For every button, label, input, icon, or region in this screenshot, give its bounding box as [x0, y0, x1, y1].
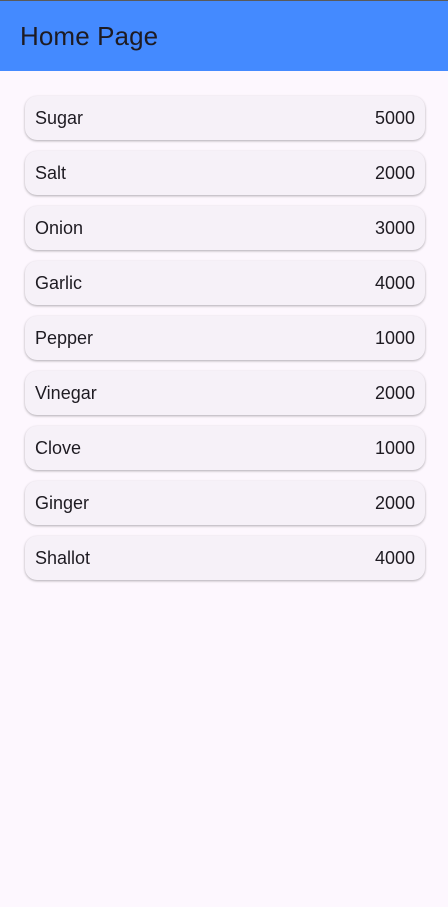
item-name: Onion — [35, 218, 84, 238]
app-bar: Home Page — [0, 0, 448, 71]
item-quantity: 2000 — [374, 383, 415, 403]
item-name: Garlic — [35, 273, 83, 293]
list-item-garlic[interactable]: Garlic 4000 — [25, 261, 425, 305]
item-name: Vinegar — [35, 383, 97, 403]
item-quantity: 1000 — [374, 328, 415, 348]
item-name: Sugar — [35, 108, 84, 128]
list-item-clove[interactable]: Clove 1000 — [25, 426, 425, 470]
list-item-ginger[interactable]: Ginger 2000 — [25, 481, 425, 525]
item-quantity: 5000 — [374, 108, 415, 128]
item-name: Shallot — [35, 548, 91, 568]
list-item-shallot[interactable]: Shallot 4000 — [25, 536, 425, 580]
item-name: Pepper — [35, 328, 94, 348]
item-name: Salt — [35, 163, 67, 183]
item-list: Sugar 5000 Salt 2000 Onion 3000 Garlic 4… — [25, 96, 425, 591]
list-item-salt[interactable]: Salt 2000 — [25, 151, 425, 195]
item-quantity: 2000 — [374, 163, 415, 183]
item-quantity: 4000 — [374, 548, 415, 568]
page-title: Home Page — [20, 21, 159, 51]
item-name: Ginger — [35, 493, 90, 513]
item-quantity: 3000 — [374, 218, 415, 238]
item-quantity: 1000 — [374, 438, 415, 458]
list-item-pepper[interactable]: Pepper 1000 — [25, 316, 425, 360]
item-quantity: 2000 — [374, 493, 415, 513]
item-name: Clove — [35, 438, 82, 458]
item-quantity: 4000 — [374, 273, 415, 293]
list-item-sugar[interactable]: Sugar 5000 — [25, 96, 425, 140]
list-item-vinegar[interactable]: Vinegar 2000 — [25, 371, 425, 415]
list-item-onion[interactable]: Onion 3000 — [25, 206, 425, 250]
